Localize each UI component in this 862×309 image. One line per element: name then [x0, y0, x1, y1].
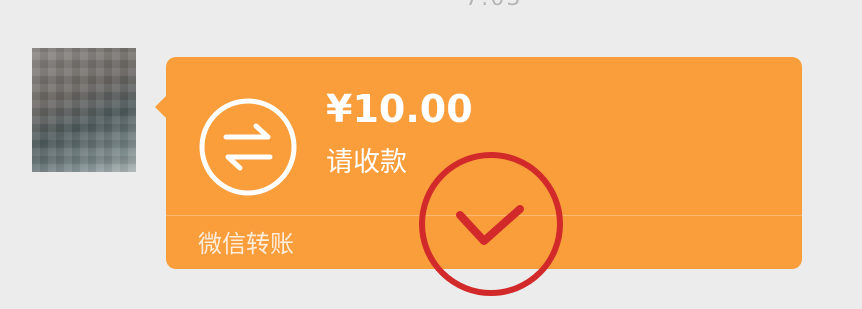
- avatar[interactable]: [32, 48, 136, 172]
- transfer-status: 请收款: [326, 147, 407, 178]
- chat-screen: 7:03 ¥10.00 请收款 微信转账: [0, 0, 862, 309]
- checkmark-circle-icon: [419, 152, 563, 296]
- message-timestamp: 7:03: [465, 0, 575, 8]
- transfer-arrows-icon: [199, 98, 297, 196]
- transfer-amount: ¥10.00: [326, 87, 473, 131]
- bubble-tail: [155, 95, 167, 119]
- wechat-transfer-label: 微信转账: [198, 230, 294, 258]
